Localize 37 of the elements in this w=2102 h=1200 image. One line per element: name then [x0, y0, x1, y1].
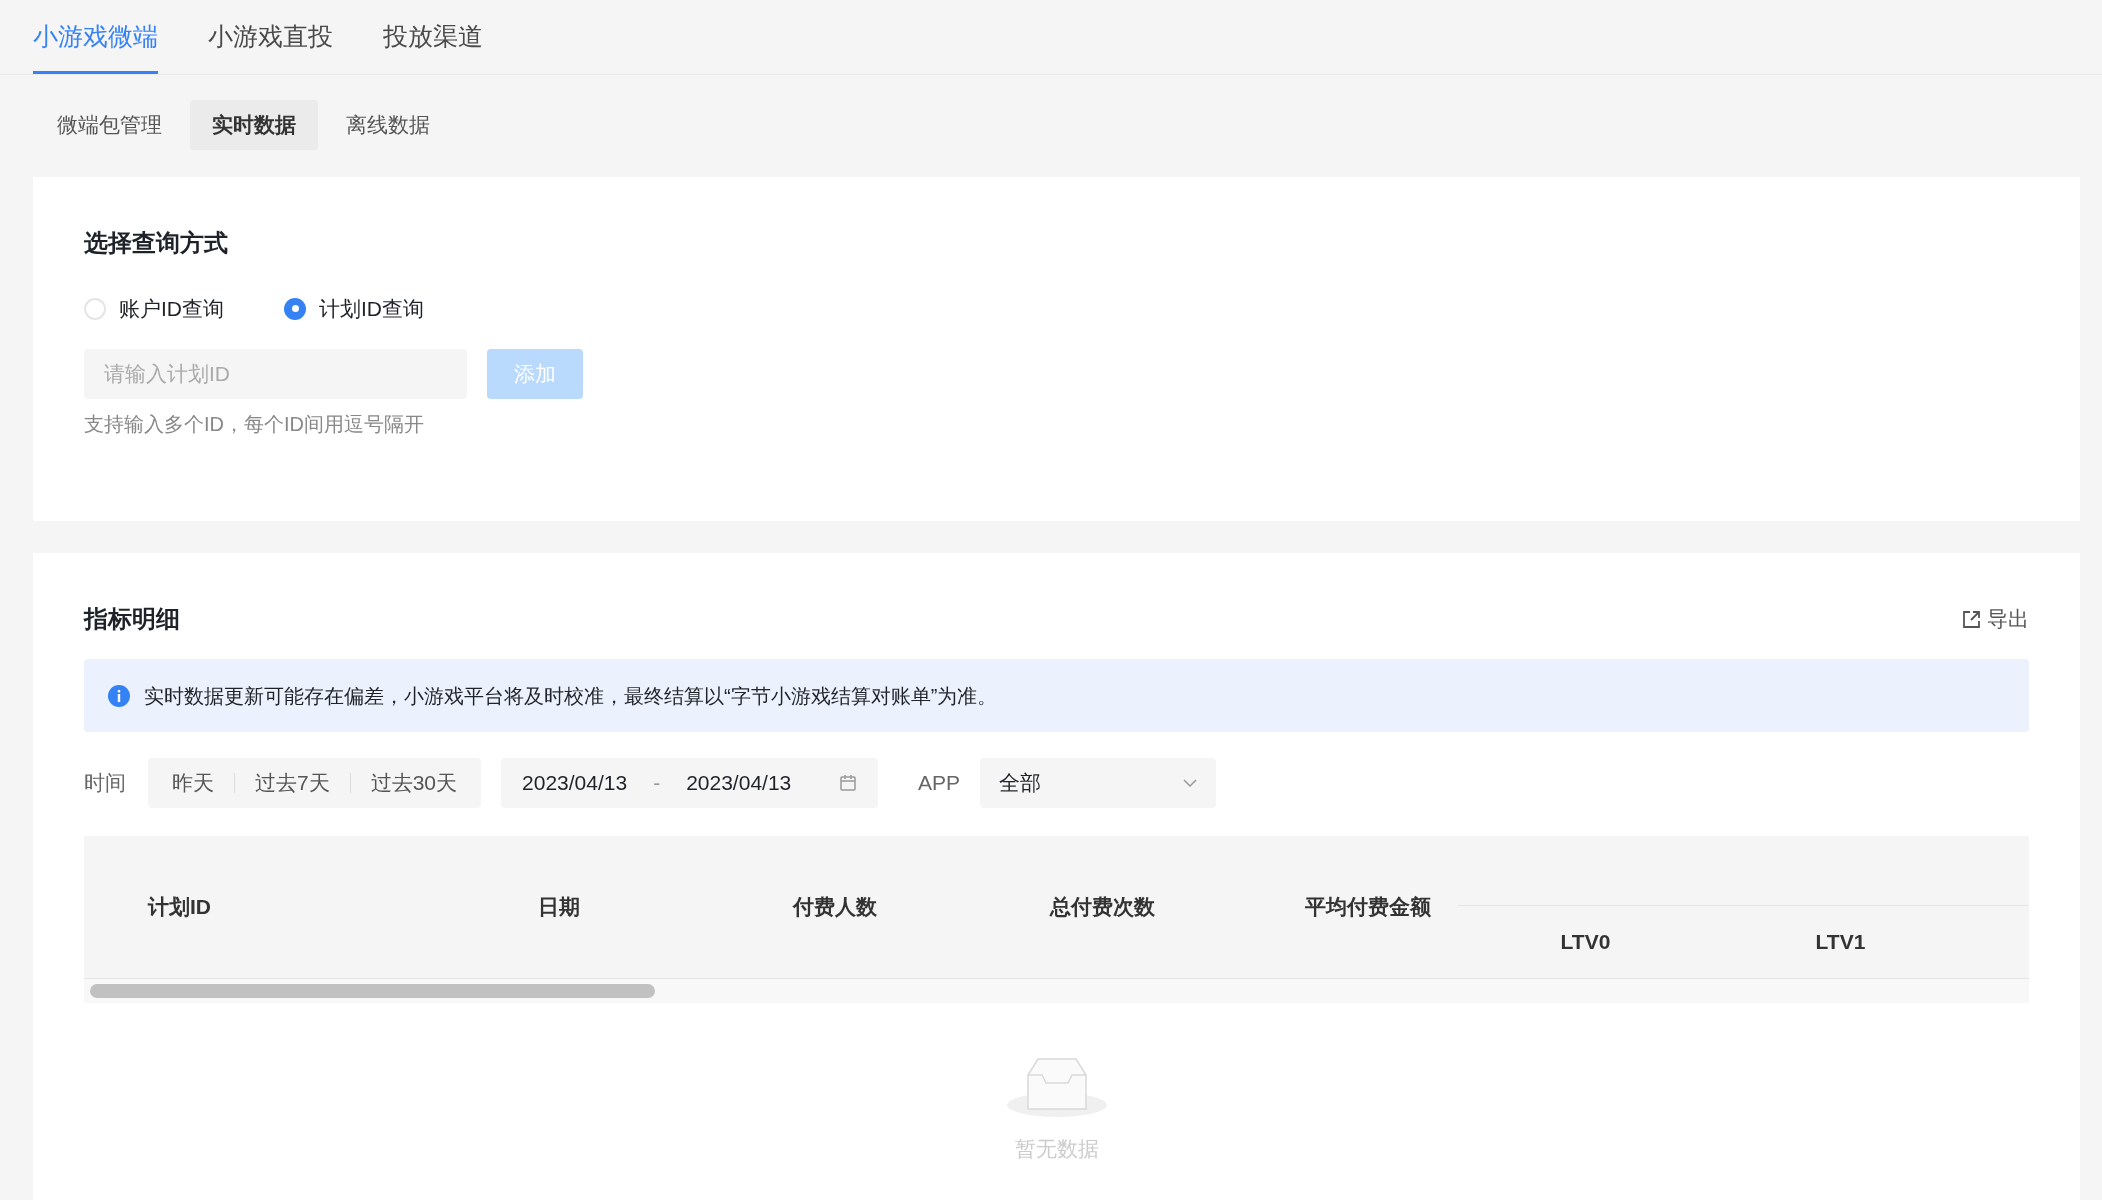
plan-id-input[interactable]: 请输入计划ID: [84, 348, 467, 399]
radio-option[interactable]: 账户ID查询: [84, 293, 224, 325]
calendar-icon: [839, 774, 858, 792]
end-date: 2023/04/13: [686, 770, 792, 797]
radio-icon[interactable]: [84, 297, 106, 320]
date-separator: -: [652, 770, 662, 797]
external-link-icon: [1962, 609, 1981, 629]
start-date: 2023/04/13: [522, 770, 628, 797]
top-tab[interactable]: 投放渠道: [383, 0, 483, 74]
column-header: 计划ID: [148, 894, 211, 921]
column-header: 平均付费金额: [1305, 894, 1431, 921]
sub-tab[interactable]: 微端包管理: [33, 100, 186, 150]
card-title: 指标明细: [84, 604, 180, 634]
top-tab[interactable]: 小游戏直投: [208, 0, 333, 74]
horizontal-scrollbar[interactable]: [84, 979, 2029, 1003]
hint-text: 支持输入多个ID，每个ID间用逗号隔开: [84, 411, 425, 437]
app-select[interactable]: 全部: [980, 758, 1217, 808]
quick-range-button[interactable]: 昨天: [152, 758, 234, 808]
column-header: LTV1: [1815, 929, 1866, 956]
chevron-down-icon: [1183, 779, 1198, 787]
time-label: 时间: [84, 770, 126, 797]
info-icon: [108, 684, 130, 707]
app-label: APP: [918, 770, 961, 797]
sub-tab[interactable]: 实时数据: [190, 100, 318, 150]
radio-icon[interactable]: [284, 297, 306, 320]
sub-tab[interactable]: 离线数据: [322, 100, 454, 150]
quick-range-button[interactable]: 过去30天: [350, 758, 478, 808]
notice-text: 实时数据更新可能存在偏差，小游戏平台将及时校准，最终结算以“字节小游戏结算对账单”为准。: [144, 683, 998, 709]
column-header: 付费人数: [793, 894, 877, 921]
column-header: 日期: [538, 894, 580, 921]
quick-range-button[interactable]: 过去7天: [235, 758, 350, 808]
export-button[interactable]: 导出: [1962, 603, 2029, 635]
card-title: 选择查询方式: [84, 228, 229, 258]
column-header: 总付费次数: [1050, 894, 1155, 921]
radio-option[interactable]: 计划ID查询: [284, 293, 424, 325]
column-header: LTV0: [1560, 929, 1611, 956]
date-range-picker[interactable]: 2023/04/13 - 2023/04/13: [501, 758, 879, 808]
